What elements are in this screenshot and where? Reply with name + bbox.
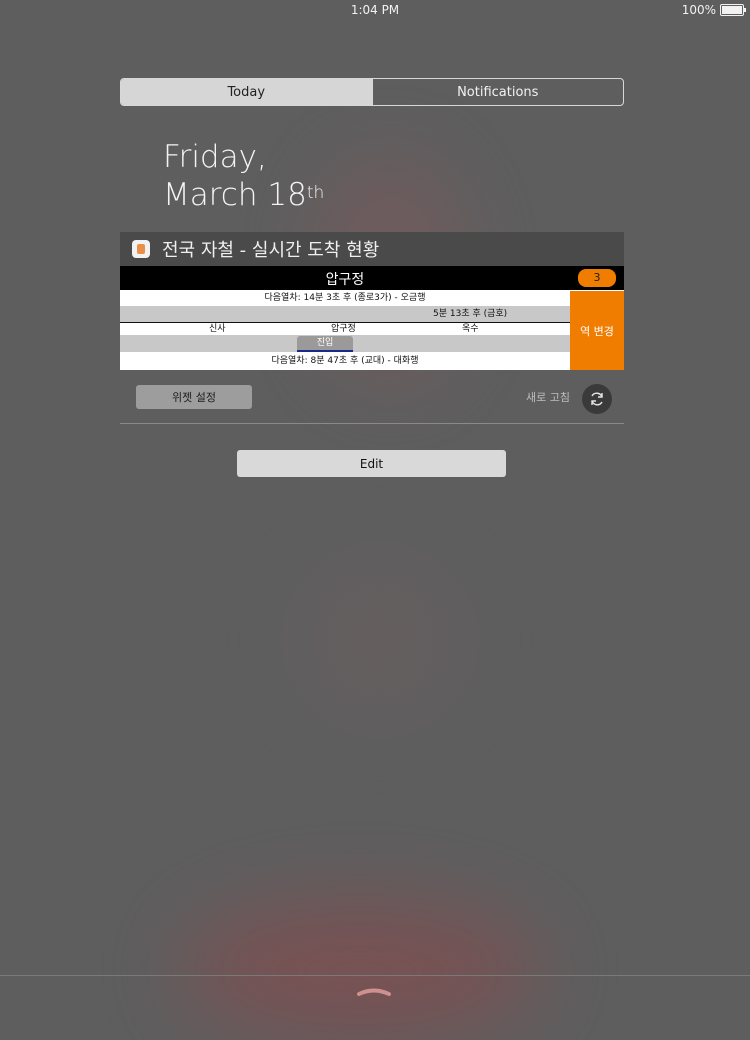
widget-title: 전국 자철 - 실시간 도착 현황: [162, 240, 380, 261]
widget-settings-button[interactable]: 위젯 설정: [136, 385, 252, 409]
status-time: 1:04 PM: [350, 3, 400, 17]
battery-percent: 100%: [681, 3, 716, 17]
date-suffix: th: [306, 183, 325, 203]
date-month-day: March 18th: [163, 176, 324, 214]
approaching-train: 5분 13초 후 (금호): [433, 309, 508, 319]
arrival-board: 압구정 3 다음열차: 14분 3초 후 (종로3가) - 오금행 5분 13초…: [120, 266, 624, 370]
segmented-control: Today Notifications: [120, 78, 624, 106]
date-text: March 18: [163, 177, 307, 213]
change-station-button[interactable]: 역 변경: [570, 291, 624, 370]
refresh-label: 새로 고침: [526, 391, 570, 404]
widget-header[interactable]: 전국 자철 - 실시간 도착 현황: [120, 232, 624, 266]
divider: [120, 423, 624, 424]
count-badge: 3: [578, 269, 616, 287]
entering-badge: 진입: [297, 336, 353, 352]
train-entering-row: 진입: [120, 335, 570, 352]
subway-app-icon: [132, 240, 150, 258]
status-bar: 1:04 PM 100%: [0, 0, 750, 20]
station-prev: 신사: [209, 324, 226, 334]
station-current: 압구정: [331, 324, 356, 334]
next-train-upline: 다음열차: 14분 3초 후 (종로3가) - 오금행: [120, 291, 570, 306]
date-weekday: Friday,: [163, 139, 267, 175]
date-heading: Friday, March 18th: [163, 138, 324, 214]
bottom-divider: [0, 975, 750, 976]
battery-icon: [720, 4, 746, 16]
station-bar: 압구정 3: [120, 266, 624, 290]
refresh-icon: [591, 392, 603, 406]
station-next: 옥수: [462, 324, 479, 334]
refresh-button[interactable]: [582, 384, 612, 414]
edit-button[interactable]: Edit: [237, 450, 506, 477]
next-train-downline: 다음열차: 8분 47초 후 (교대) - 대화행: [120, 352, 570, 370]
tab-notifications[interactable]: Notifications: [371, 79, 624, 105]
tab-today[interactable]: Today: [121, 79, 372, 105]
train-position-row: 5분 13초 후 (금호): [120, 306, 570, 322]
battery-indicator: 100%: [681, 3, 746, 17]
station-name: 압구정: [325, 272, 365, 288]
chevron-up-handle-icon[interactable]: [356, 982, 392, 1001]
station-labels: 신사 압구정 옥수: [120, 323, 570, 335]
